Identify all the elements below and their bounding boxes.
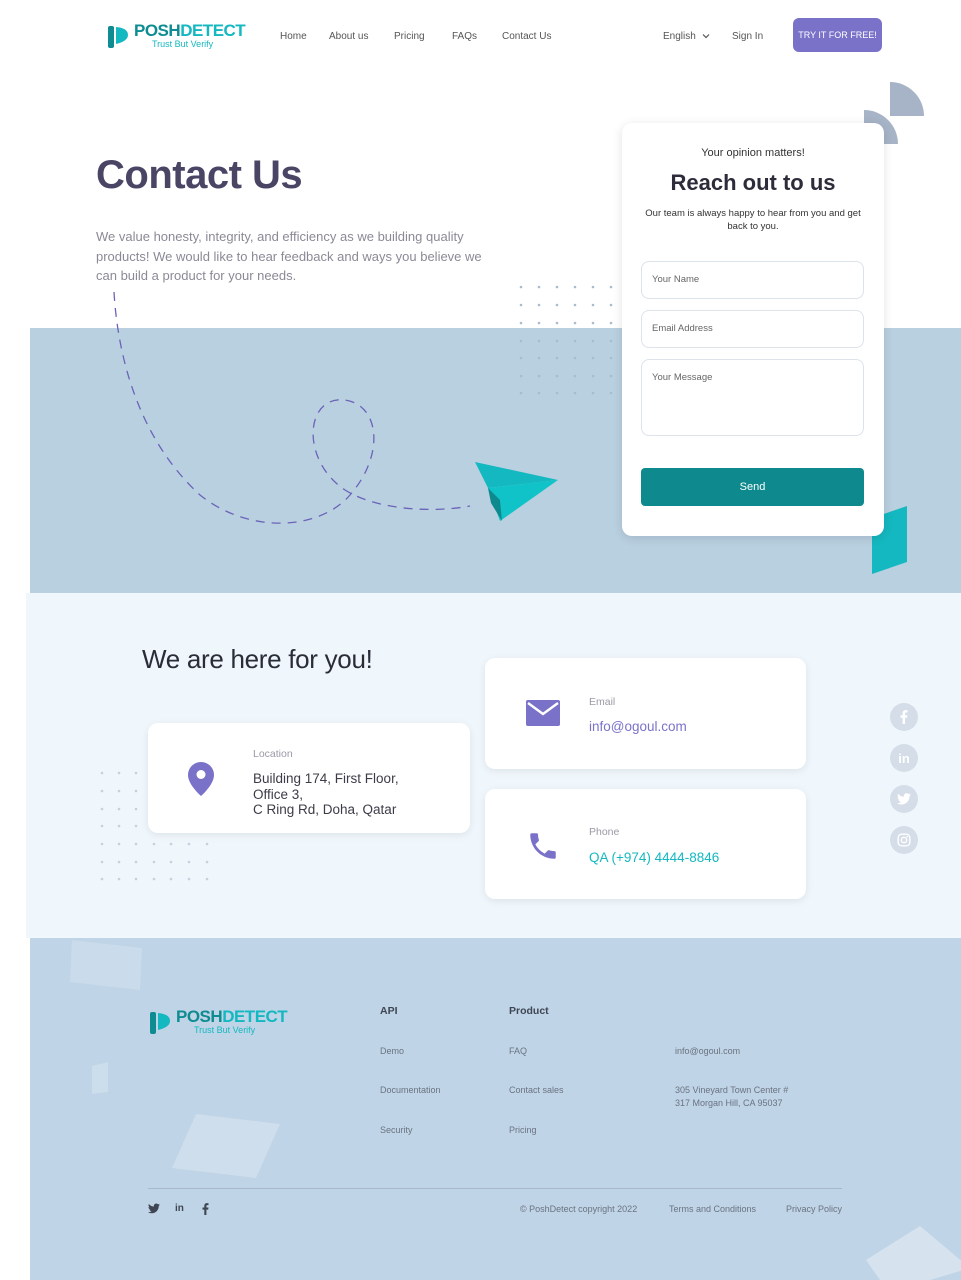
footer-product-heading: Product: [509, 1005, 549, 1017]
footer-terms-link[interactable]: Terms and Conditions: [669, 1204, 756, 1214]
phone-label: Phone: [589, 826, 620, 838]
page-title: Contact Us: [96, 153, 303, 197]
brand-name-part2: DETECT: [180, 21, 246, 40]
footer-link-contact-sales[interactable]: Contact sales: [509, 1085, 564, 1095]
footer-address-line2: 317 Morgan Hill, CA 95037: [675, 1098, 783, 1108]
nav-home[interactable]: Home: [280, 31, 307, 42]
brand-logo-icon: [108, 24, 130, 48]
brand-tagline: Trust But Verify: [152, 39, 214, 49]
contact-section-title: We are here for you!: [142, 644, 373, 674]
phone-card: Phone QA (+974) 4444-8846: [485, 789, 806, 899]
sign-in-link[interactable]: Sign In: [732, 31, 763, 42]
chevron-down-icon: [702, 31, 710, 42]
email-label: Email: [589, 696, 616, 708]
footer-logo[interactable]: POSHDETECT Trust But Verify: [150, 1007, 288, 1035]
phone-icon: [526, 829, 560, 868]
footer-decoration: [70, 940, 961, 1280]
footer-copyright: © PoshDetect copyright 2022: [520, 1204, 638, 1214]
footer-email[interactable]: info@ogoul.com: [675, 1046, 740, 1056]
email-input[interactable]: Email Address: [641, 310, 864, 348]
twitter-icon[interactable]: [148, 1203, 160, 1217]
brand-logo-icon: [150, 1010, 172, 1034]
location-line3: C Ring Rd, Doha, Qatar: [253, 802, 397, 817]
top-navigation: POSHDETECT Trust But Verify Home About u…: [0, 0, 961, 72]
form-subtitle: Our team is always happy to hear from yo…: [645, 208, 861, 232]
brand-tagline: Trust But Verify: [194, 1025, 256, 1035]
nav-contact-us[interactable]: Contact Us: [502, 31, 551, 42]
linkedin-icon[interactable]: in: [175, 1203, 184, 1214]
brand-name-part2: DETECT: [222, 1007, 288, 1026]
footer: POSHDETECT Trust But Verify API Demo Doc…: [30, 938, 961, 1280]
side-twitter-icon[interactable]: [890, 785, 918, 813]
nav-faqs[interactable]: FAQs: [452, 31, 477, 42]
side-instagram-icon[interactable]: [890, 826, 918, 854]
brand-name-part1: POSH: [134, 21, 181, 40]
side-facebook-icon[interactable]: [890, 703, 918, 731]
facebook-icon[interactable]: [202, 1203, 209, 1218]
location-line2: Office 3,: [253, 786, 304, 802]
envelope-icon: [526, 700, 560, 731]
form-title: Reach out to us: [670, 170, 836, 195]
nav-about-us[interactable]: About us: [329, 31, 368, 42]
email-card: Email info@ogoul.com: [485, 658, 806, 769]
try-free-button[interactable]: TRY IT FOR FREE!: [793, 18, 882, 52]
header-logo[interactable]: POSHDETECT Trust But Verify: [108, 21, 246, 49]
location-card: Location Building 174, First Floor, Offi…: [148, 723, 470, 833]
footer-address-line1: 305 Vineyard Town Center #: [675, 1085, 789, 1095]
name-input[interactable]: Your Name: [641, 261, 864, 299]
send-button[interactable]: Send: [641, 468, 864, 506]
location-line1: Building 174, First Floor,: [253, 771, 399, 786]
brand-name-part1: POSH: [176, 1007, 223, 1026]
form-eyebrow: Your opinion matters!: [701, 147, 805, 159]
footer-divider: [148, 1188, 842, 1189]
footer-link-pricing[interactable]: Pricing: [509, 1125, 537, 1135]
phone-value[interactable]: QA (+974) 4444-8846: [589, 850, 719, 865]
footer-link-demo[interactable]: Demo: [380, 1046, 404, 1056]
footer-link-faq[interactable]: FAQ: [509, 1046, 527, 1056]
side-linkedin-icon[interactable]: in: [890, 744, 918, 772]
language-label: English: [663, 31, 696, 42]
footer-privacy-link[interactable]: Privacy Policy: [786, 1204, 842, 1214]
contact-form-card: Your opinion matters! Reach out to us Ou…: [622, 123, 884, 536]
hero-description: We value honesty, integrity, and efficie…: [96, 229, 482, 283]
language-selector[interactable]: English: [663, 31, 710, 42]
footer-link-security[interactable]: Security: [380, 1125, 413, 1135]
nav-pricing[interactable]: Pricing: [394, 31, 425, 42]
email-value[interactable]: info@ogoul.com: [589, 719, 687, 734]
location-pin-icon: [188, 762, 214, 801]
location-label: Location: [253, 748, 293, 760]
footer-link-documentation[interactable]: Documentation: [380, 1085, 441, 1095]
message-textarea[interactable]: Your Message: [641, 359, 864, 436]
footer-api-heading: API: [380, 1005, 398, 1017]
